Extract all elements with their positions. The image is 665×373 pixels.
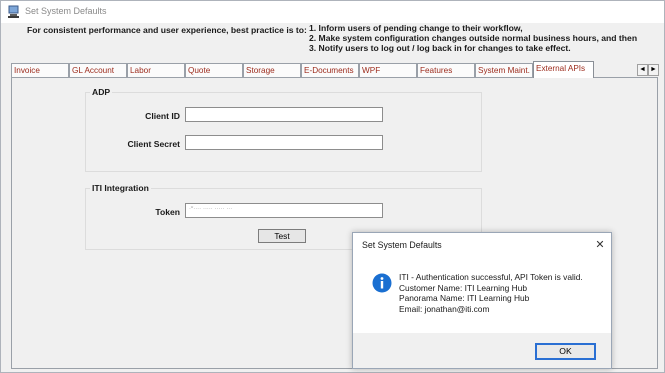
- client-id-input[interactable]: [185, 107, 383, 122]
- dialog-line-status: ITI - Authentication successful, API Tok…: [399, 272, 583, 282]
- message-dialog: Set System Defaults ✕ ITI - Authenticati…: [352, 232, 612, 369]
- dialog-close-button[interactable]: ✕: [593, 238, 607, 251]
- client-id-label: Client ID: [145, 111, 180, 121]
- tab-storage[interactable]: Storage: [243, 63, 301, 77]
- tab-invoice[interactable]: Invoice: [11, 63, 69, 77]
- step-3: 3. Notify users to log out / log back in…: [309, 43, 571, 53]
- window-title: Set System Defaults: [25, 6, 107, 16]
- tab-gl-account[interactable]: GL Account: [69, 63, 127, 77]
- dialog-title: Set System Defaults: [362, 240, 442, 250]
- best-practice-lead: For consistent performance and user expe…: [27, 25, 307, 35]
- ok-button[interactable]: OK: [535, 343, 596, 360]
- client-secret-input[interactable]: [185, 135, 383, 150]
- dialog-line-panorama: Panorama Name: ITI Learning Hub: [399, 293, 530, 303]
- step-2: 2. Make system configuration changes out…: [309, 33, 638, 43]
- tab-scroll-buttons: ◄ ►: [637, 64, 659, 76]
- token-label: Token: [155, 207, 180, 217]
- tab-labor[interactable]: Labor: [127, 63, 185, 77]
- client-secret-label: Client Secret: [127, 139, 180, 149]
- tab-scroll-right-button[interactable]: ►: [648, 64, 659, 76]
- dialog-body: ITI - Authentication successful, API Tok…: [353, 255, 611, 333]
- iti-group-title: ITI Integration: [90, 183, 151, 193]
- app-icon: [8, 5, 19, 18]
- info-icon: [372, 273, 392, 293]
- dialog-message: ITI - Authentication successful, API Tok…: [399, 272, 583, 314]
- tab-quote[interactable]: Quote: [185, 63, 243, 77]
- tab-e-documents[interactable]: E-Documents: [301, 63, 359, 77]
- adp-group-title: ADP: [90, 87, 113, 97]
- title-bar: Set System Defaults: [1, 1, 664, 23]
- tab-wpf[interactable]: WPF: [359, 63, 417, 77]
- dialog-line-email: Email: jonathan@iti.com: [399, 303, 490, 314]
- dialog-footer: OK: [353, 333, 611, 368]
- test-button[interactable]: Test: [258, 229, 306, 243]
- step-1: 1. Inform users of pending change to the…: [309, 23, 523, 33]
- tab-strip: Invoice GL Account Labor Quote Storage E…: [11, 61, 634, 78]
- tab-external-apis[interactable]: External APIs: [533, 61, 594, 78]
- tab-scroll-left-button[interactable]: ◄: [637, 64, 648, 76]
- token-input[interactable]: ˑ˘ˑˑˑˑ ˑˑˑˑˑ ˑˑˑˑˑ ˑˑˑ: [185, 203, 383, 218]
- tab-features[interactable]: Features: [417, 63, 475, 77]
- adp-groupbox: ADP Client ID Client Secret: [85, 87, 482, 172]
- dialog-line-customer: Customer Name: ITI Learning Hub: [399, 282, 528, 293]
- tab-system-maint[interactable]: System Maint.: [475, 63, 533, 77]
- best-practice-steps: 1. Inform users of pending change to the…: [309, 23, 637, 53]
